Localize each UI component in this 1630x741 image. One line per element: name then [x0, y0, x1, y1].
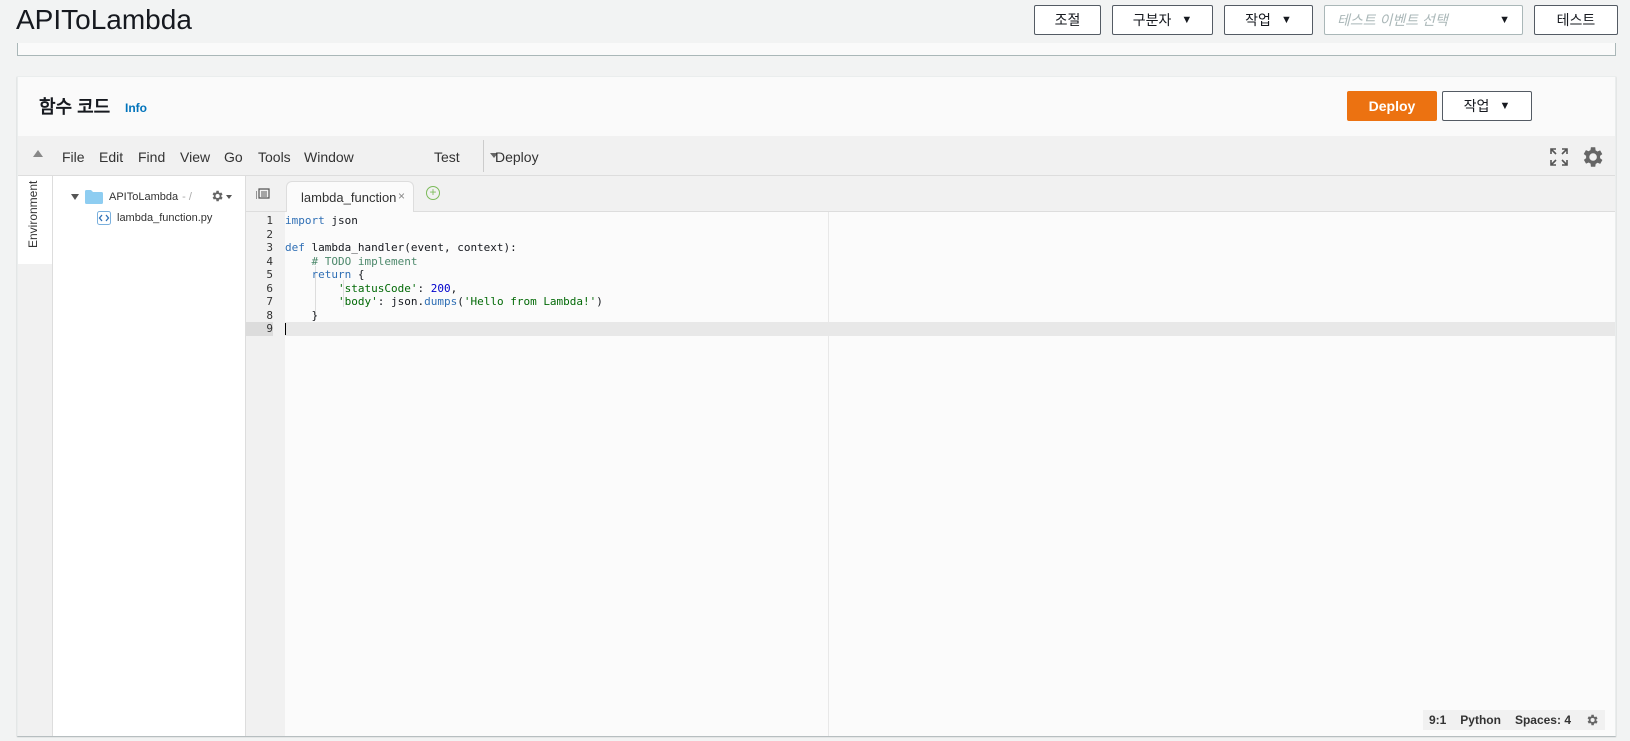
actions-button[interactable]: 작업 ▼ — [1224, 5, 1313, 35]
test-button-label: 테스트 — [1556, 12, 1596, 28]
indentation-setting[interactable]: Spaces: 4 — [1515, 713, 1571, 727]
panel-title: 함수 코드 — [39, 97, 111, 117]
tab-list-icon[interactable] — [256, 188, 270, 200]
line-number: 9 — [246, 322, 273, 336]
editor-statusbar: 9:1 Python Spaces: 4 — [1422, 710, 1605, 730]
line-number: 1 — [266, 214, 273, 227]
code-line-9: 9 — [246, 322, 1615, 336]
test-button[interactable]: 테스트 — [1534, 5, 1618, 35]
menu-separator — [483, 140, 484, 172]
menu-find[interactable]: Find — [138, 149, 165, 165]
tree-root-label: APIToLambda — [109, 191, 179, 203]
header-actions: 조절 구분자 ▼ 작업 ▼ 테스트 이벤트 선택 ▼ 테스트 — [1034, 5, 1618, 35]
actions-button-label: 작업 — [1245, 12, 1271, 28]
tree-settings-caret-icon[interactable] — [226, 195, 232, 199]
menu-file[interactable]: File — [62, 149, 85, 165]
function-code-panel: 함수 코드 Info Deploy 작업 ▼ File Edit Find Vie… — [17, 76, 1616, 736]
qualifiers-button[interactable]: 구분자 ▼ — [1112, 5, 1213, 35]
tree-root-folder[interactable]: APIToLambda - / — [71, 190, 192, 204]
cloud9-ide: File Edit Find View Go Tools Window Test… — [18, 136, 1615, 736]
text-cursor — [285, 323, 286, 335]
editor-settings-gear-icon[interactable] — [1585, 713, 1599, 727]
cursor-position[interactable]: 9:1 — [1429, 713, 1446, 727]
language-mode[interactable]: Python — [1460, 713, 1501, 727]
code-line-1: 1 import json — [266, 214, 1615, 228]
caret-down-icon: ▼ — [1499, 100, 1511, 112]
tree-settings-gear-icon[interactable] — [210, 189, 224, 203]
file-tree: APIToLambda - / lambda_function.py — [53, 176, 246, 736]
tree-file-item[interactable]: lambda_function.py — [97, 211, 212, 225]
editor-tab-label: lambda_function — [301, 190, 397, 205]
line-number: 5 — [266, 268, 273, 281]
caret-down-icon: ▼ — [1181, 14, 1193, 26]
preferences-gear-icon[interactable] — [1579, 144, 1605, 170]
throttle-button-label: 조절 — [1054, 12, 1081, 28]
code-line-4: 4 # TODO implement — [266, 255, 1615, 269]
deploy-button[interactable]: Deploy — [1347, 91, 1437, 121]
code-line-2: 2 — [266, 228, 1615, 242]
run-test-button[interactable]: Test — [434, 149, 460, 165]
line-number: 8 — [266, 308, 273, 322]
throttle-button[interactable]: 조절 — [1034, 5, 1101, 35]
tree-root-suffix: - / — [182, 191, 192, 203]
line-number: 3 — [266, 241, 273, 254]
code-line-5: 5 return { — [266, 268, 1615, 282]
ide-deploy-button[interactable]: Deploy — [495, 149, 539, 165]
line-number: 6 — [266, 281, 273, 295]
caret-down-icon: ▼ — [1280, 14, 1292, 26]
menu-go[interactable]: Go — [224, 149, 243, 165]
code-line-7: 7 'body': json.dumps('Hello from Lambda!… — [266, 295, 1615, 309]
add-tab-icon[interactable]: + — [426, 186, 440, 200]
info-link[interactable]: Info — [125, 101, 147, 115]
line-number: 7 — [266, 295, 273, 308]
side-panel-strip — [18, 264, 53, 736]
ide-menubar: File Edit Find View Go Tools Window Test… — [18, 136, 1615, 176]
qualifiers-button-label: 구분자 — [1132, 12, 1172, 28]
menu-tools[interactable]: Tools — [258, 149, 291, 165]
previous-panel-edge — [17, 43, 1616, 56]
code-line-8: 8 } — [266, 309, 1615, 323]
panel-actions-button[interactable]: 작업 ▼ — [1442, 91, 1532, 121]
test-event-placeholder: 테스트 이벤트 선택 — [1337, 12, 1448, 28]
caret-down-icon: ▼ — [1499, 14, 1510, 26]
code-line-3: 3 def lambda_handler(event, context): — [266, 241, 1615, 255]
menu-edit[interactable]: Edit — [99, 149, 123, 165]
close-icon[interactable]: × — [398, 189, 405, 203]
expand-triangle-icon[interactable] — [71, 194, 79, 200]
code-line-6: 6 'statusCode': 200, — [266, 282, 1615, 296]
environment-tab-label: Environment — [26, 180, 40, 248]
collapse-up-icon[interactable] — [33, 150, 43, 157]
folder-icon — [85, 190, 103, 204]
tree-file-label: lambda_function.py — [117, 212, 213, 224]
python-file-icon — [97, 211, 111, 225]
menu-view[interactable]: View — [180, 149, 210, 165]
environment-tab[interactable]: Environment — [18, 176, 53, 264]
line-number: 2 — [266, 227, 273, 241]
code-area[interactable]: 1 import json 2 3 def lambda_handler(event… — [246, 212, 1615, 736]
page-title: APIToLambda — [16, 4, 192, 35]
panel-actions-label: 작업 — [1463, 98, 1490, 114]
menu-window[interactable]: Window — [304, 149, 354, 165]
line-number: 4 — [266, 254, 273, 268]
panel-header: 함수 코드 Info Deploy 작업 ▼ — [18, 77, 1615, 136]
fullscreen-icon[interactable] — [1550, 148, 1568, 166]
editor: lambda_function × + 1 import json 2 3 def … — [246, 176, 1615, 736]
editor-tab[interactable]: lambda_function × — [286, 181, 414, 212]
editor-tabbar: lambda_function × + — [246, 176, 1615, 212]
test-event-select[interactable]: 테스트 이벤트 선택 ▼ — [1324, 5, 1523, 35]
